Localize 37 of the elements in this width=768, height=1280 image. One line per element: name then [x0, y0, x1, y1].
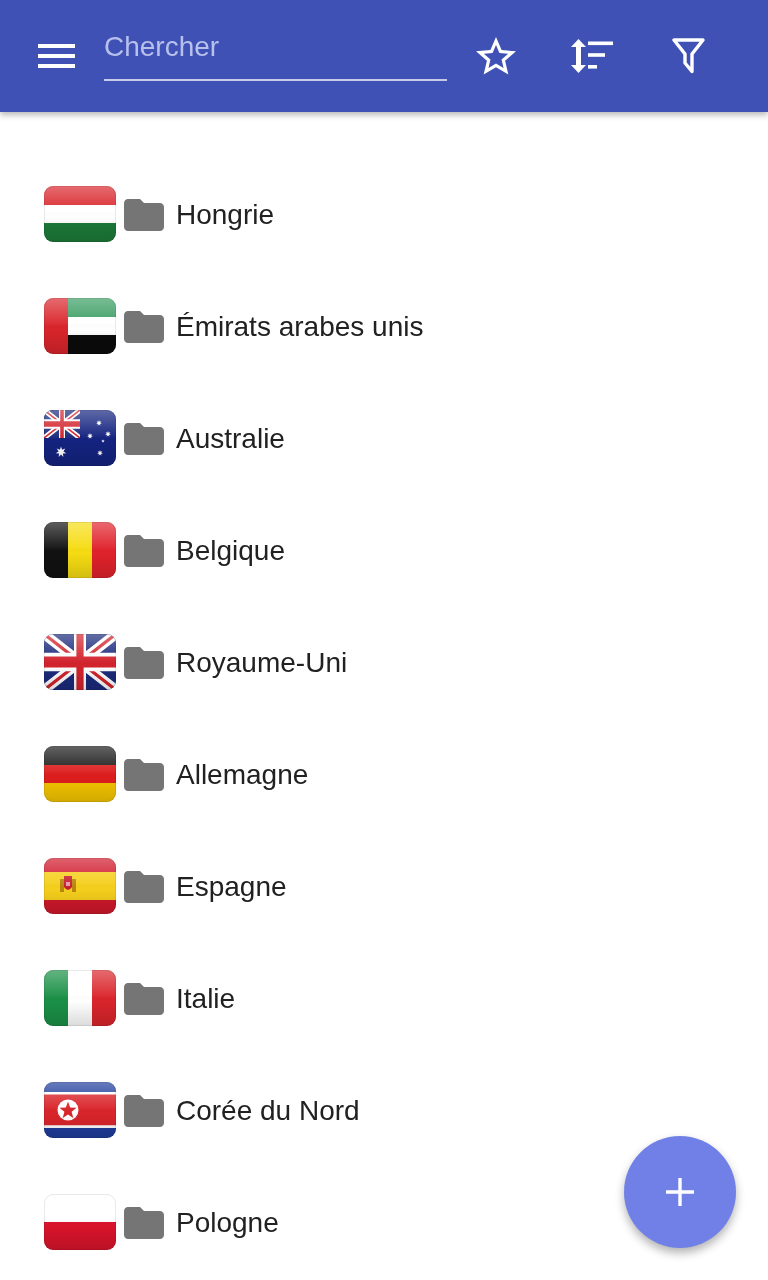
- spain-flag-icon: [44, 858, 116, 914]
- folder-name[interactable]: Hongrie: [176, 199, 275, 231]
- belgium-flag-icon: [44, 522, 116, 578]
- folder-icon: [124, 647, 164, 679]
- folder-icon: [124, 759, 164, 791]
- uk-flag-icon: [44, 634, 116, 690]
- folder-icon: [124, 871, 164, 903]
- folder-name[interactable]: Émirats arabes unis: [176, 311, 424, 343]
- folder-name[interactable]: Belgique: [176, 535, 285, 567]
- italy-flag-icon: [44, 970, 116, 1026]
- folder-icon: [124, 1207, 164, 1239]
- hungary-flag-icon: [44, 186, 116, 242]
- menu-icon[interactable]: [38, 44, 75, 68]
- australia-flag-icon: [44, 410, 116, 466]
- folder-icon: [124, 311, 164, 343]
- folder-name[interactable]: Espagne: [176, 871, 287, 903]
- uae-flag-icon: [44, 298, 116, 354]
- add-button[interactable]: [624, 1136, 736, 1248]
- folder-icon: [124, 983, 164, 1015]
- poland-flag-icon: [44, 1194, 116, 1250]
- north-korea-flag-icon: [44, 1082, 116, 1138]
- folder-name[interactable]: Italie: [176, 983, 236, 1015]
- folder-icon: [124, 199, 164, 231]
- folder-icon: [124, 1095, 164, 1127]
- germany-flag-icon: [44, 746, 116, 802]
- folder-name[interactable]: Pologne: [176, 1207, 279, 1239]
- folder-name[interactable]: Allemagne: [176, 759, 309, 791]
- filter-icon[interactable]: [672, 38, 705, 74]
- sort-icon[interactable]: [571, 39, 613, 73]
- folder-name[interactable]: Royaume-Uni: [176, 647, 348, 679]
- folder-name[interactable]: Corée du Nord: [176, 1095, 360, 1127]
- folder-name[interactable]: Australie: [176, 423, 285, 455]
- search-field[interactable]: Chercher: [104, 22, 447, 81]
- folder-icon: [124, 535, 164, 567]
- star-icon[interactable]: [476, 37, 516, 75]
- folder-icon: [124, 423, 164, 455]
- plus-icon: [666, 1178, 694, 1206]
